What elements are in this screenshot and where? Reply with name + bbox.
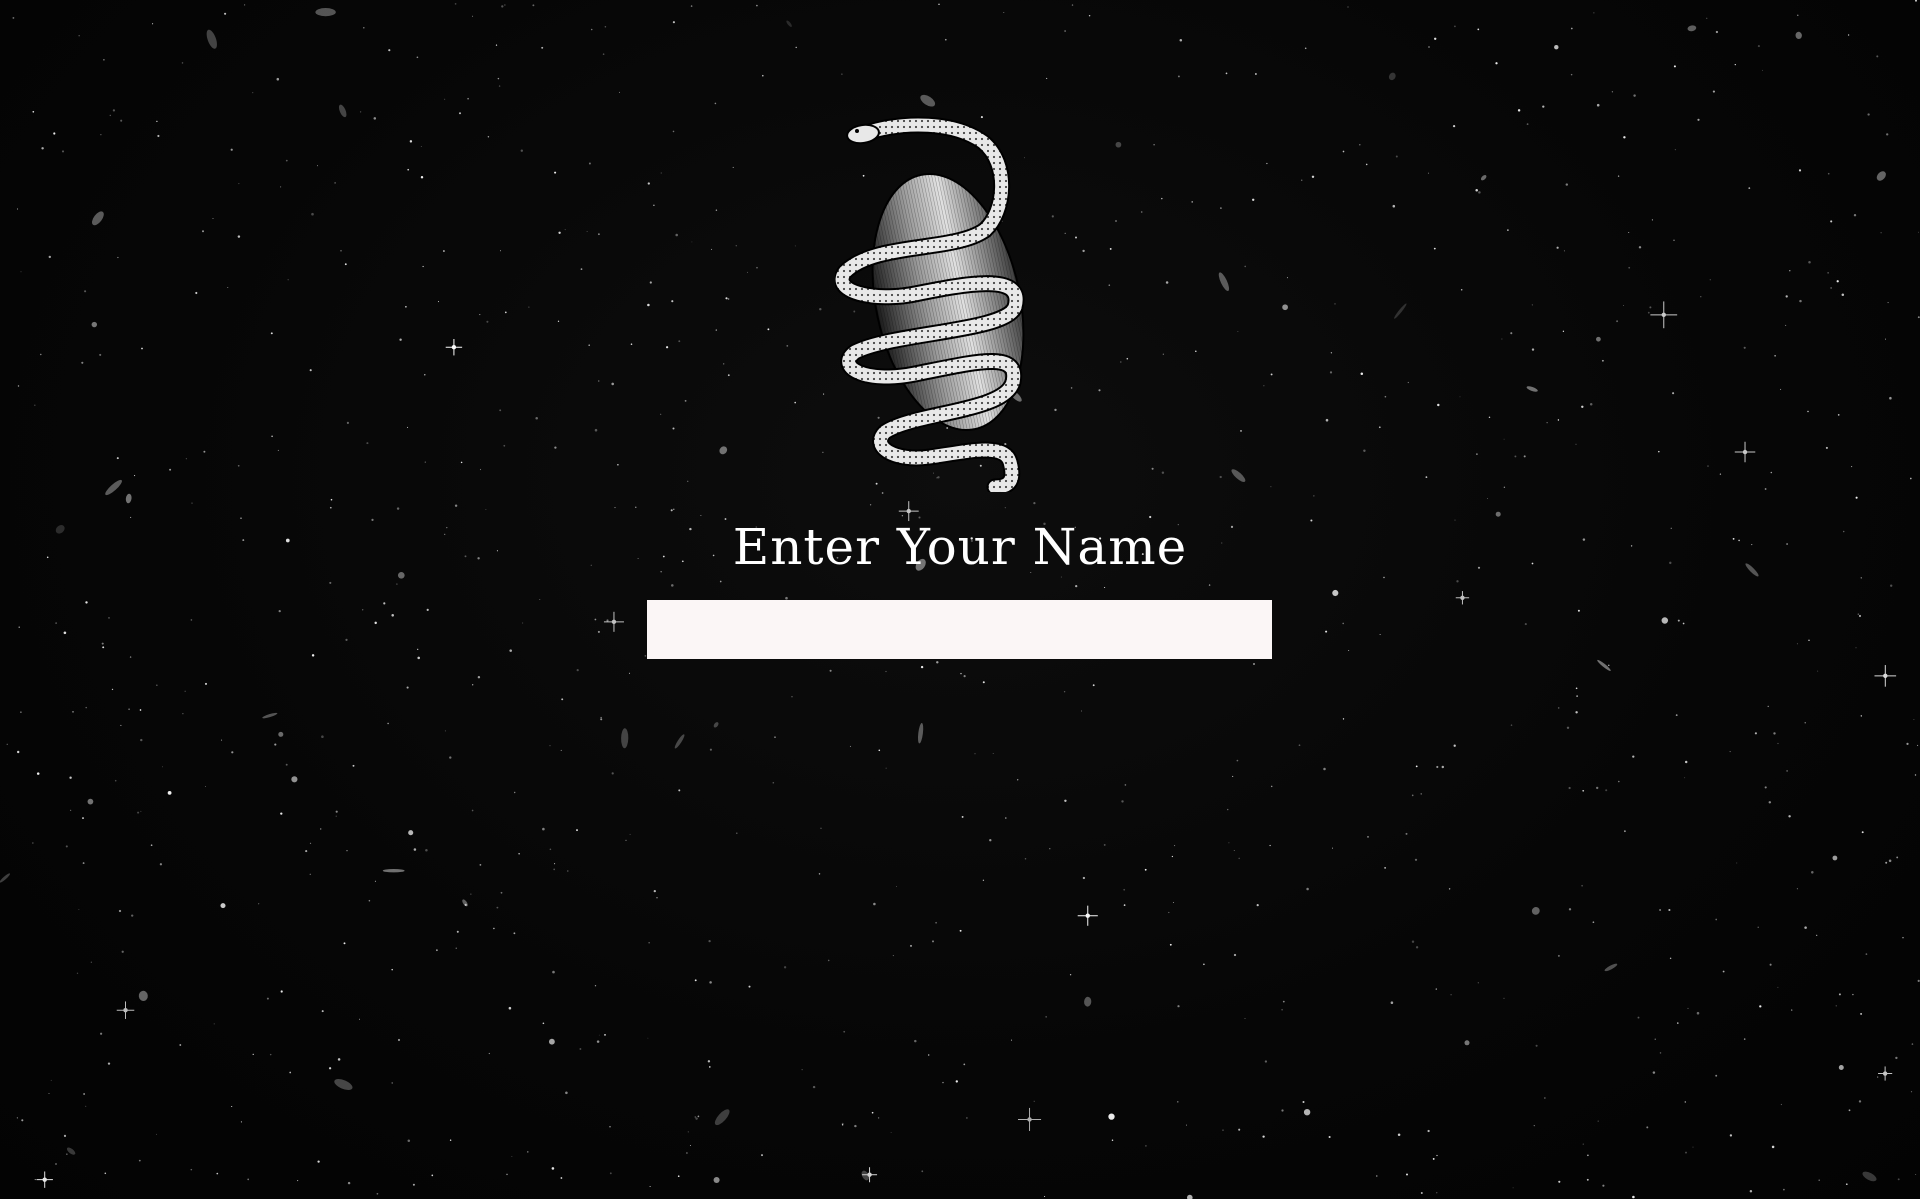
starfield-screen: Enter Your Name [0, 0, 1920, 1199]
snake-egg-icon [835, 116, 1025, 492]
enter-name-prompt: Enter Your Name [732, 518, 1188, 576]
name-input[interactable] [647, 600, 1272, 659]
